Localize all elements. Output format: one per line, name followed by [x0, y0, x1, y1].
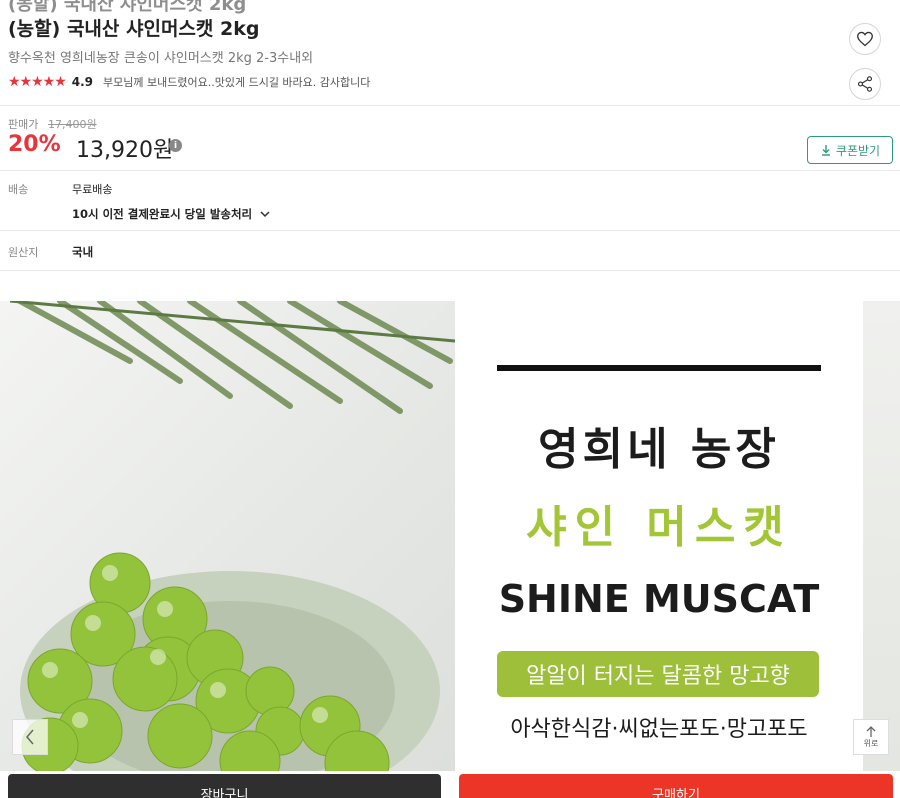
feature-list: 아삭한식감·씨없는포도·망고포도	[510, 717, 808, 742]
origin-label: 원산지	[8, 246, 39, 259]
chevron-left-icon	[26, 729, 34, 745]
product-name-english: SHINE MUSCAT	[498, 577, 820, 621]
add-to-cart-button[interactable]: 장바구니	[8, 774, 441, 798]
scroll-top-button[interactable]: 위로	[853, 719, 889, 755]
wishlist-button[interactable]	[849, 23, 881, 55]
heart-icon	[857, 31, 873, 47]
previous-image-button[interactable]	[12, 719, 48, 755]
rating-stars-icon: ★★★★★	[8, 74, 67, 90]
delivery-schedule-text: 10시 이전 결제완료시 당일 발송처리	[72, 207, 253, 221]
share-icon	[857, 76, 873, 92]
divider	[0, 105, 900, 106]
product-title: (농할) 국내산 샤인머스캣 2kg	[8, 18, 260, 40]
sale-price: 13,920원	[76, 138, 174, 163]
share-button[interactable]	[849, 68, 881, 100]
scroll-top-label: 위로	[863, 738, 879, 748]
grape-photo	[0, 301, 456, 771]
delivery-schedule[interactable]: 10시 이전 결제완료시 당일 발송처리	[72, 206, 270, 222]
buy-label: 구매하기	[652, 788, 700, 798]
buy-now-button[interactable]: 구매하기	[459, 774, 893, 798]
review-snippet: 부모님께 보내드렸어요..맛있게 드시길 바라요. 감사합니다	[103, 76, 371, 89]
header-rule	[497, 365, 821, 371]
grape-illustration	[9, 301, 456, 771]
divider	[0, 270, 900, 271]
coupon-label: 쿠폰받기	[835, 143, 881, 158]
delivery-value: 무료배송	[72, 183, 113, 196]
product-subtitle: 향수옥천 영희네농장 큰송이 샤인머스캣 2kg 2-3수내외	[8, 51, 314, 66]
divider	[0, 230, 900, 231]
cart-label: 장바구니	[200, 788, 249, 798]
delivery-label: 배송	[8, 183, 29, 196]
next-photo-edge	[863, 301, 900, 771]
original-price: 17,400원	[48, 118, 97, 131]
tagline-badge: 알알이 터지는 달콤한 망고향	[497, 651, 819, 697]
product-name-korean: 샤인 머스캣	[526, 502, 792, 553]
origin-value: 국내	[72, 245, 94, 259]
discount-rate: 20%	[8, 132, 61, 157]
download-icon	[821, 145, 830, 156]
chevron-down-icon	[260, 211, 270, 218]
product-detail-banner: 영희네 농장 샤인 머스캣 SHINE MUSCAT 알알이 터지는 달콤한 망…	[0, 301, 900, 771]
price-info-icon[interactable]: i	[169, 139, 182, 152]
coupon-download-button[interactable]: 쿠폰받기	[807, 136, 893, 164]
farm-name: 영희네 농장	[538, 424, 780, 475]
rating-row[interactable]: ★★★★★ 4.9 부모님께 보내드렸어요..맛있게 드시길 바라요. 감사합니…	[8, 74, 370, 90]
rating-score: 4.9	[71, 75, 94, 89]
divider	[0, 170, 900, 171]
arrow-up-icon	[866, 725, 876, 737]
price-label: 판매가	[8, 118, 39, 131]
